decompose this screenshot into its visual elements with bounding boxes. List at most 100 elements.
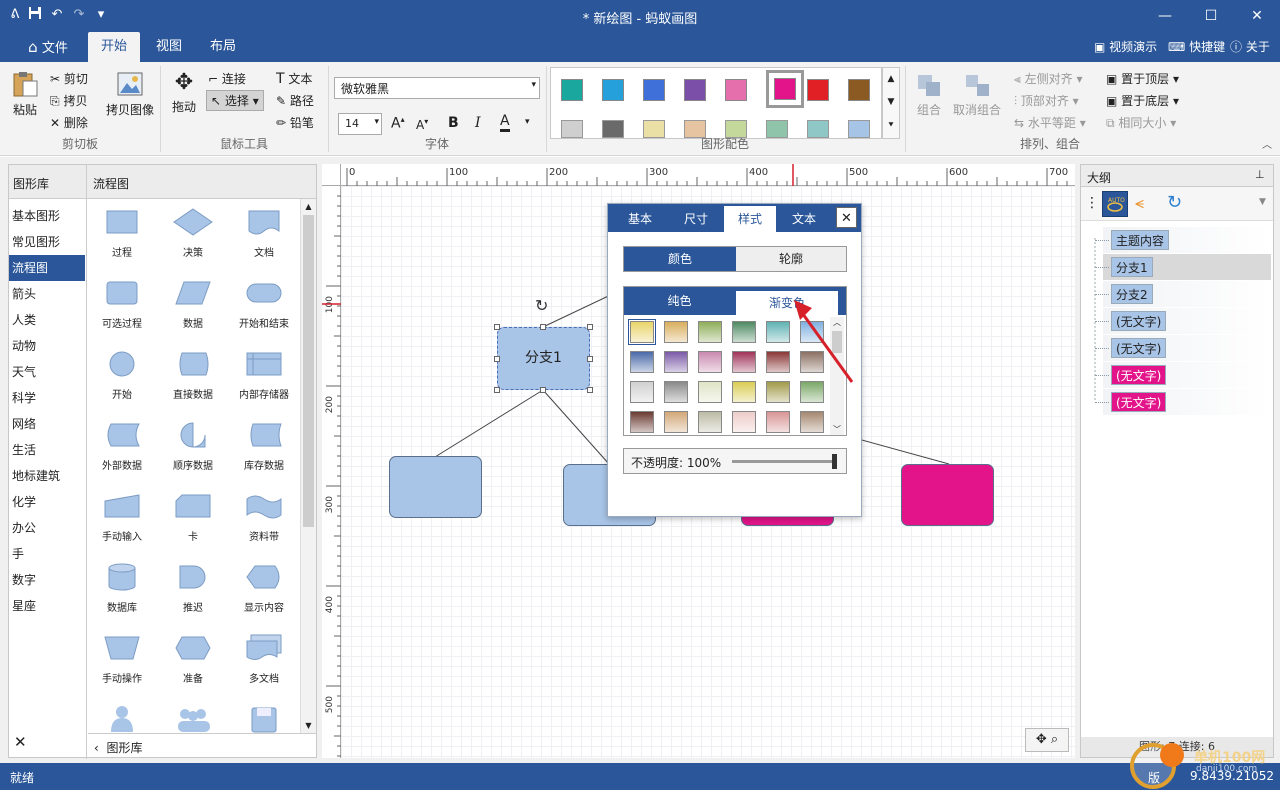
shape-item[interactable]: 数据库 — [90, 562, 154, 614]
category-item[interactable]: 化学 — [9, 489, 85, 515]
fill-type-solid[interactable]: 纯色 — [624, 287, 735, 315]
outline-row[interactable]: (无文字) — [1095, 335, 1271, 361]
gradient-swatch[interactable] — [630, 411, 654, 433]
outline-item[interactable]: 分支1 — [1111, 257, 1153, 277]
popup-tab-text[interactable]: 文本 — [776, 206, 832, 232]
outline-row[interactable]: (无文字) — [1095, 308, 1271, 334]
gradient-swatch[interactable] — [698, 411, 722, 433]
h-equal-button[interactable]: ⇆ 水平等距 ▾ — [1014, 114, 1086, 131]
outline-row[interactable]: 主题内容 — [1095, 227, 1271, 253]
diagram-node-leaf[interactable] — [901, 464, 994, 526]
shape-item[interactable]: 过程 — [90, 207, 154, 259]
copy-button[interactable]: ⎘ 拷贝 — [50, 92, 87, 109]
delete-button[interactable]: ✕ 删除 — [50, 114, 88, 131]
same-size-button[interactable]: ⧉ 相同大小 ▾ — [1106, 114, 1176, 131]
outline-item[interactable]: (无文字) — [1111, 392, 1167, 412]
shape-item[interactable]: 开始和结束 — [232, 278, 296, 330]
gradient-swatch[interactable] — [630, 351, 654, 373]
gradient-swatch[interactable] — [732, 351, 756, 373]
combine-button[interactable]: 组合 — [912, 72, 946, 118]
shape-item[interactable]: 显示内容 — [232, 562, 296, 614]
copy-image-button[interactable]: 拷贝图像 — [104, 70, 156, 118]
scroll-down-icon[interactable]: ▼ — [301, 721, 316, 730]
collapse-ribbon-icon[interactable]: ︿ — [1262, 136, 1272, 151]
shape-item[interactable]: 直接数据 — [161, 349, 225, 401]
gradient-swatch[interactable] — [698, 321, 722, 343]
gradient-swatch[interactable] — [630, 381, 654, 403]
color-swatch[interactable] — [561, 79, 583, 101]
category-item[interactable]: 基本图形 — [9, 203, 85, 229]
gradient-swatch[interactable] — [698, 351, 722, 373]
uncombine-button[interactable]: 取消组合 — [952, 72, 1002, 118]
shape-item[interactable]: 库存数据 — [232, 420, 296, 472]
category-item[interactable]: 箭头 — [9, 281, 85, 307]
shape-item[interactable]: 多文档 — [232, 633, 296, 685]
category-item[interactable]: 生活 — [9, 437, 85, 463]
resize-handle[interactable] — [494, 324, 500, 330]
outline-row[interactable]: 分支2 — [1095, 281, 1271, 307]
outline-item[interactable]: (无文字) — [1111, 311, 1167, 331]
popup-tab-basic[interactable]: 基本 — [612, 206, 668, 232]
color-swatch[interactable] — [766, 70, 804, 108]
people-icon[interactable] — [172, 704, 214, 733]
tab-file[interactable]: ⌂ 文件 — [14, 32, 82, 62]
category-item[interactable]: 地标建筑 — [9, 463, 85, 489]
diagram-node-selected[interactable]: 分支1 — [497, 327, 590, 390]
send-bottom-button[interactable]: ▣ 置于底层 ▾ — [1106, 92, 1179, 109]
opacity-slider-thumb[interactable] — [832, 454, 837, 469]
resize-handle[interactable] — [587, 324, 593, 330]
gradient-swatch[interactable] — [664, 321, 688, 343]
category-item[interactable]: 人类 — [9, 307, 85, 333]
shape-item[interactable]: 资料带 — [232, 491, 296, 543]
outline-item[interactable]: 主题内容 — [1111, 230, 1170, 250]
more-icon[interactable]: ⋮ — [1085, 195, 1099, 211]
resize-handle[interactable] — [587, 387, 593, 393]
refresh-icon[interactable]: ↻ — [1167, 192, 1182, 213]
color-swatch[interactable] — [643, 79, 665, 101]
shape-item[interactable]: 开始 — [90, 349, 154, 401]
tab-start[interactable]: 开始 — [88, 32, 140, 62]
select-button[interactable]: ↖ 选择 ▾ — [206, 90, 264, 111]
outline-row[interactable]: 分支1 — [1095, 254, 1271, 280]
category-item[interactable]: 星座 — [9, 593, 85, 619]
resize-handle[interactable] — [494, 387, 500, 393]
gradient-swatch[interactable] — [766, 411, 790, 433]
scroll-down-icon[interactable]: ▼ — [883, 91, 899, 114]
shape-item[interactable]: 内部存储器 — [232, 349, 296, 401]
gradient-swatch[interactable] — [664, 411, 688, 433]
gradient-swatch[interactable] — [664, 381, 688, 403]
person-icon[interactable] — [101, 704, 143, 733]
gradient-swatch[interactable] — [664, 351, 688, 373]
font-color-button[interactable]: A — [500, 113, 510, 132]
category-item[interactable]: 动物 — [9, 333, 85, 359]
scroll-up-icon[interactable]: ▲ — [883, 68, 899, 91]
color-swatch[interactable] — [602, 79, 624, 101]
pencil-button[interactable]: ✏ 铅笔 — [276, 114, 314, 131]
outline-row[interactable]: (无文字) — [1095, 362, 1271, 388]
bring-top-button[interactable]: ▣ 置于顶层 ▾ — [1106, 70, 1179, 87]
popup-tab-style[interactable]: 样式 — [724, 206, 776, 232]
minimize-button[interactable]: — — [1142, 0, 1188, 32]
shape-item[interactable]: 顺序数据 — [161, 420, 225, 472]
category-item[interactable]: 手 — [9, 541, 85, 567]
left-align-button[interactable]: ⫷ 左侧对齐 ▾ — [1014, 70, 1082, 87]
tab-view[interactable]: 视图 — [144, 32, 194, 62]
diagram-node-leaf[interactable] — [389, 456, 482, 518]
gradient-swatch[interactable] — [732, 321, 756, 343]
gradient-swatch[interactable] — [732, 381, 756, 403]
share-icon[interactable]: ⪪ — [1135, 193, 1144, 213]
scroll-up-icon[interactable]: ▲ — [301, 202, 316, 211]
paste-button[interactable]: 粘贴 — [8, 70, 42, 118]
resize-handle[interactable] — [587, 356, 593, 362]
resize-handle[interactable] — [540, 387, 546, 393]
chevron-down-icon[interactable]: ▾ — [525, 117, 530, 127]
about-button[interactable]: ⓘ 关于 — [1230, 32, 1270, 62]
library-scrollbar[interactable]: ▲ ▼ — [300, 199, 316, 733]
outline-item[interactable]: 分支2 — [1111, 284, 1153, 304]
bold-button[interactable]: B — [448, 115, 459, 131]
tab-layout[interactable]: 布局 — [198, 32, 248, 62]
path-button[interactable]: ✎ 路径 — [276, 92, 314, 109]
floppy-disk-icon[interactable] — [243, 704, 285, 733]
auto-layout-icon[interactable]: AUTO — [1102, 191, 1128, 217]
color-swatch[interactable] — [684, 79, 706, 101]
